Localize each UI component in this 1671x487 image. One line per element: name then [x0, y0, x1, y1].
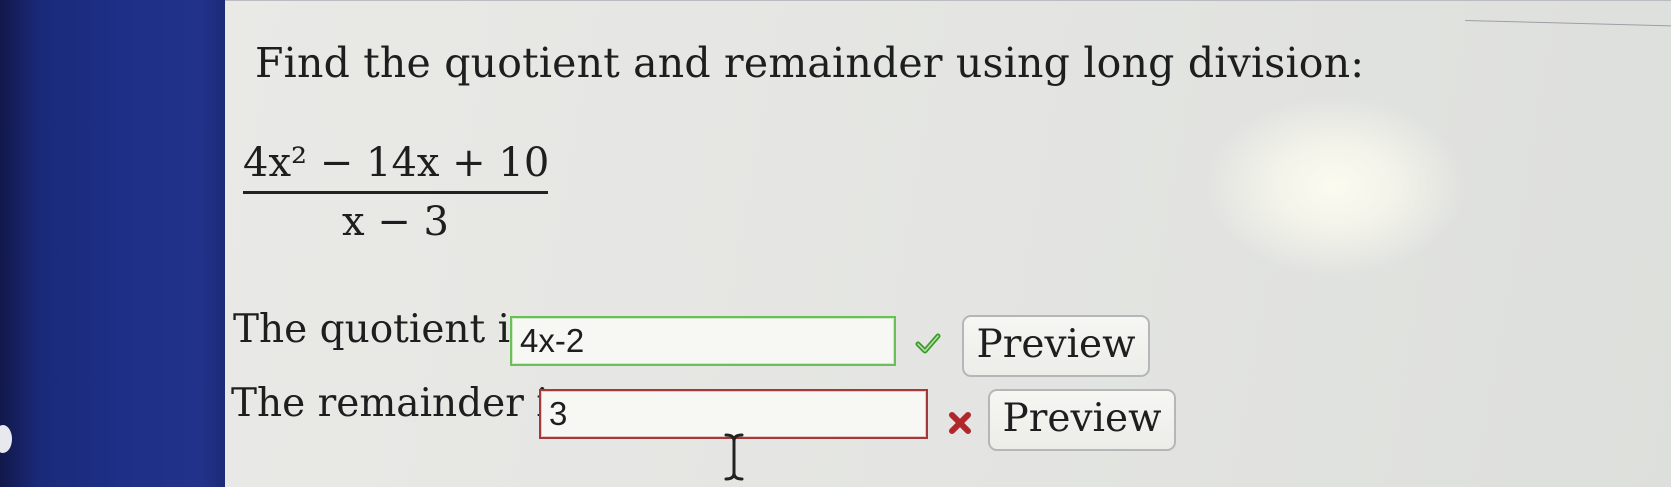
checkmark-icon — [915, 333, 941, 354]
fraction-bar — [243, 191, 548, 194]
x-mark-icon — [949, 412, 971, 434]
quotient-label: The quotient is — [233, 307, 531, 352]
division-expression: 4x² − 14x + 10 x − 3 — [243, 140, 550, 244]
remainder-label: The remainder is — [231, 381, 569, 426]
bezel-dot — [0, 425, 12, 453]
numerator: 4x² − 14x + 10 — [243, 140, 550, 186]
quotient-input[interactable]: 4x-2 — [510, 316, 896, 366]
text-cursor-icon — [724, 433, 744, 481]
remainder-input[interactable]: 3 — [539, 389, 928, 439]
divider — [1465, 19, 1671, 28]
remainder-preview-button[interactable]: Preview — [988, 389, 1176, 451]
screen: Find the quotient and remainder using lo… — [0, 0, 1671, 487]
quotient-preview-button[interactable]: Preview — [962, 315, 1150, 377]
denominator-text: x − 3 — [342, 199, 449, 245]
numerator-text: 4x² − 14x + 10 — [243, 140, 550, 186]
problem-panel: Find the quotient and remainder using lo… — [225, 0, 1671, 487]
question-text: Find the quotient and remainder using lo… — [255, 39, 1365, 87]
denominator: x − 3 — [243, 200, 548, 244]
